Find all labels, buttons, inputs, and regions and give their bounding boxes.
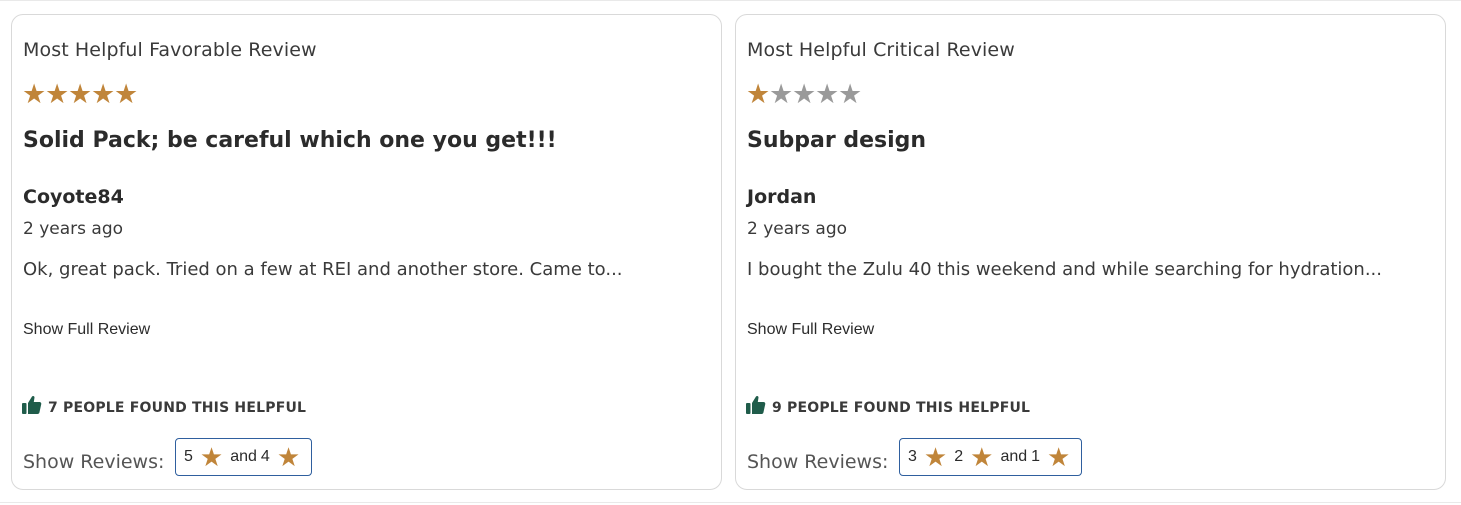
star-filled-icon: ★: [746, 79, 771, 110]
filter-conjunction: and: [1000, 448, 1028, 465]
card-heading: Most Helpful Favorable Review: [23, 39, 317, 61]
helpful-text: 7 PEOPLE FOUND THIS HELPFUL: [48, 400, 307, 416]
filter-value: 2: [954, 448, 964, 465]
filter-3-2-and-1-stars-button[interactable]: 3 ★ 2 ★ and 1 ★: [899, 438, 1083, 476]
review-excerpt: Ok, great pack. Tried on a few at REI an…: [23, 259, 623, 280]
star-icon: ★: [923, 442, 948, 472]
star-icon: ★: [276, 442, 301, 472]
show-reviews-label: Show Reviews:: [23, 451, 165, 473]
bottom-divider: [0, 502, 1461, 503]
show-full-review-button[interactable]: Show Full Review: [23, 321, 150, 339]
star-icon: ★: [970, 442, 994, 472]
card-heading: Most Helpful Critical Review: [747, 39, 1015, 61]
star-empty-icon: ★: [769, 79, 794, 110]
review-title: Subpar design: [747, 128, 927, 153]
critical-review-card: Most Helpful Critical Review ★ ★ ★ ★ ★ Subpa…: [735, 14, 1446, 490]
filter-conjunction: and: [230, 448, 257, 465]
star-empty-icon: ★: [815, 79, 840, 110]
filter-value: 3: [908, 448, 917, 465]
show-reviews-label: Show Reviews:: [747, 451, 889, 473]
star-filled-icon: ★: [91, 79, 116, 110]
review-excerpt: I bought the Zulu 40 this weekend and wh…: [747, 259, 1382, 280]
star-rating: ★ ★ ★ ★ ★: [22, 79, 139, 110]
star-empty-icon: ★: [792, 79, 817, 110]
helpful-count: 7 PEOPLE FOUND THIS HELPFUL: [22, 393, 306, 415]
review-title: Solid Pack; be careful which one you get…: [23, 128, 557, 153]
star-filled-icon: ★: [114, 79, 139, 110]
star-empty-icon: ★: [838, 79, 863, 110]
filter-value: 1: [1031, 448, 1041, 465]
review-date: 2 years ago: [23, 219, 124, 239]
star-filled-icon: ★: [68, 79, 93, 110]
show-full-review-button[interactable]: Show Full Review: [747, 321, 874, 339]
thumbs-up-icon[interactable]: [746, 395, 766, 415]
star-rating: ★ ★ ★ ★ ★: [746, 79, 863, 110]
star-icon: ★: [199, 442, 224, 472]
filter-value: 4: [260, 448, 270, 465]
star-filled-icon: ★: [22, 79, 47, 110]
filter-value: 5: [184, 448, 193, 465]
star-icon: ★: [1047, 442, 1071, 472]
star-filled-icon: ★: [45, 79, 70, 110]
helpful-text: 9 PEOPLE FOUND THIS HELPFUL: [772, 400, 1031, 416]
reviewer-name: Coyote84: [23, 186, 124, 208]
helpful-count: 9 PEOPLE FOUND THIS HELPFUL: [746, 393, 1030, 415]
review-date: 2 years ago: [747, 219, 848, 239]
filter-5-and-4-stars-button[interactable]: 5 ★ and 4 ★: [175, 438, 313, 476]
top-divider: [0, 0, 1461, 1]
favorable-review-card: Most Helpful Favorable Review ★ ★ ★ ★ ★ Soli…: [11, 14, 722, 490]
thumbs-up-icon[interactable]: [22, 395, 42, 415]
reviewer-name: Jordan: [747, 186, 817, 208]
